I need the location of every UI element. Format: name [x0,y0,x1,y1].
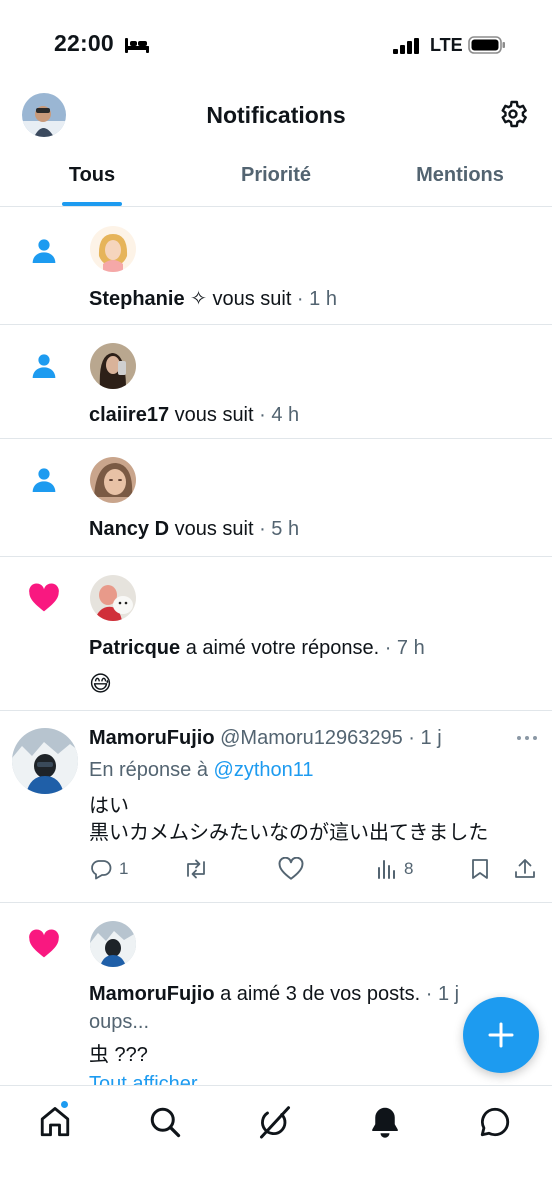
tab-all[interactable]: Tous [0,146,184,206]
grok-slash-icon [260,1106,290,1139]
reply-count: 1 [119,859,129,878]
post-text-line: はい [89,795,129,817]
settings-gear-icon[interactable] [497,98,529,130]
bar-chart-icon [378,860,395,879]
cellular-signal-icon [393,38,419,54]
active-tab-indicator [62,202,122,206]
avatar[interactable] [90,226,136,272]
heart-icon [29,929,59,958]
page-title: Notifications [206,102,346,128]
timestamp: · 4 h [253,404,300,426]
person-icon [32,239,56,263]
tab-mentions[interactable]: Mentions [368,146,552,206]
notification-text: claiire17 vous suit · 4 h [89,404,299,427]
notification-follow[interactable]: Stephanie ✧ vous suit · 1 h [0,207,552,325]
search-icon [150,1107,181,1138]
actor-name[interactable]: Stephanie ✧ [89,288,207,310]
action-text: a aimé 3 de vos posts. [214,983,421,1005]
nav-notifications[interactable] [367,1104,403,1140]
nav-search[interactable] [147,1104,183,1140]
show-all-link[interactable]: Tout afficher [89,1073,198,1085]
reply-bubble-icon [91,860,112,880]
actor-name[interactable]: Patricque [89,637,180,659]
action-text: vous suit [206,288,292,310]
tab-priority[interactable]: Priorité [184,146,368,206]
liked-post-preview: 虫 ??? [89,1044,148,1066]
status-bar: 22:00 LTE [0,0,552,86]
nav-home[interactable] [37,1104,73,1140]
plus-icon [488,1022,514,1048]
bottom-navigation [0,1085,552,1200]
compose-post-button[interactable] [463,997,539,1073]
chat-bubble-icon [480,1107,510,1137]
top-header: Notifications [0,86,552,146]
repost-button[interactable] [183,857,209,881]
reply-context: En réponse à @zython11 [89,759,314,782]
timestamp: · 5 h [253,518,300,540]
notification-like[interactable]: Patricque a aimé votre réponse. · 7 h 😅 [0,557,552,711]
bookmark-icon [472,859,488,879]
person-icon [32,354,56,378]
action-text: vous suit [169,404,254,426]
tab-all-label: Tous [68,164,116,186]
post-text: はい 黒いカメムシみたいなのが這い出てきました [89,793,488,847]
notification-text: Stephanie ✧ vous suit · 1 h [89,286,337,311]
like-button[interactable] [278,857,304,881]
notification-follow[interactable]: Nancy D vous suit · 5 h [0,439,552,557]
views-button[interactable]: 8 [376,857,413,881]
notification-follow[interactable]: claiire17 vous suit · 4 h [0,325,552,439]
post-text-line: 黒いカメムシみたいなのが這い出てきました [89,822,489,844]
reply-prefix: En réponse à [89,759,214,781]
timestamp: · 7 h [379,637,425,659]
notification-text: Nancy D vous suit · 5 h [89,518,299,541]
notification-like-group[interactable]: MamoruFujio a aimé 3 de vos posts. · 1 j… [0,903,552,1085]
share-icon [515,859,535,878]
home-unread-dot [60,1100,69,1109]
tab-priority-label: Priorité [240,164,312,186]
actor-name[interactable]: MamoruFujio [89,983,215,1005]
actor-name[interactable]: claiire17 [89,404,169,426]
home-icon [40,1107,70,1137]
heart-outline-icon [278,857,304,880]
author-handle[interactable]: @Mamoru12963295 [215,727,403,749]
share-button[interactable] [513,857,537,881]
nav-messages[interactable] [477,1104,513,1140]
author-name[interactable]: MamoruFujio [89,727,215,749]
liked-post-preview: oups... [89,1011,150,1033]
sleep-focus-icon [125,38,149,53]
post-actions: 1 8 [89,857,544,887]
notification-text: MamoruFujio a aimé 3 de vos posts. · 1 j [89,983,459,1006]
bell-icon [372,1107,398,1138]
avatar[interactable] [90,575,136,621]
network-type: LTE [430,35,463,55]
avatar[interactable] [90,343,136,389]
action-text: a aimé votre réponse. [180,637,380,659]
nav-grok[interactable] [257,1104,293,1140]
timestamp: · 1 j [420,983,460,1005]
post-header: MamoruFujio @Mamoru12963295 · 1 j [89,727,442,750]
notification-tabs: Tous Priorité Mentions [0,146,552,207]
liked-post-preview: 😅 [89,671,112,696]
timestamp: · 1 j [402,727,442,749]
actor-name[interactable]: Nancy D [89,518,169,540]
battery-icon [468,36,505,54]
more-options-icon[interactable] [516,735,538,741]
timestamp: · 1 h [291,288,337,310]
status-time: 22:00 [54,30,114,56]
heart-icon [29,583,59,612]
reply-button[interactable]: 1 [89,857,128,881]
notification-text: Patricque a aimé votre réponse. · 7 h [89,637,425,660]
view-count: 8 [404,859,414,878]
avatar[interactable] [90,457,136,503]
bookmark-button[interactable] [469,857,491,881]
avatar[interactable] [90,921,136,967]
reply-post[interactable]: MamoruFujio @Mamoru12963295 · 1 j En rép… [0,711,552,903]
person-icon [32,468,56,492]
tab-mentions-label: Mentions [416,164,504,186]
action-text: vous suit [169,518,254,540]
reply-to-link[interactable]: @zython11 [214,759,314,781]
repost-icon [187,859,205,879]
avatar[interactable] [12,728,78,794]
